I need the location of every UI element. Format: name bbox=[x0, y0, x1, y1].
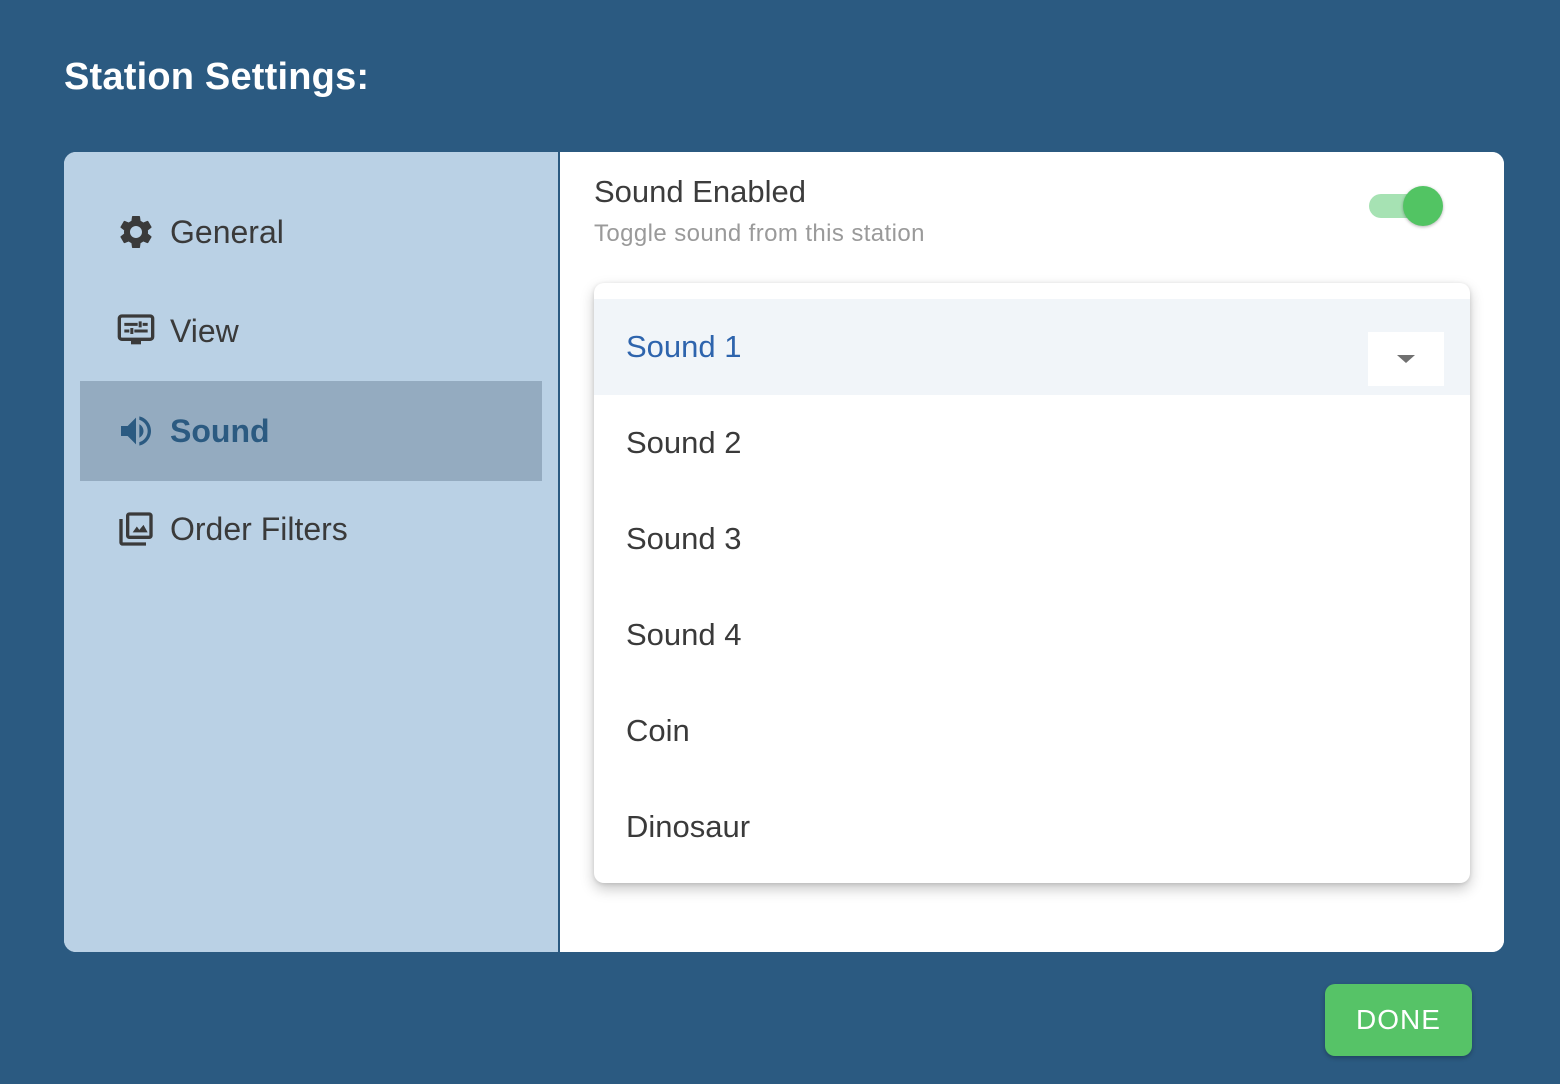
option-label: Sound 4 bbox=[626, 617, 742, 652]
sidebar-item-view[interactable]: View bbox=[80, 281, 542, 381]
sidebar-item-label: View bbox=[170, 312, 239, 349]
sidebar-item-sound[interactable]: Sound bbox=[80, 381, 542, 481]
dropdown-toggle-button[interactable] bbox=[1368, 332, 1444, 386]
sound-enabled-title: Sound Enabled bbox=[594, 174, 807, 209]
dropdown-option-sound-2[interactable]: Sound 2 bbox=[594, 395, 1470, 491]
sidebar-item-order-filters[interactable]: Order Filters bbox=[80, 479, 542, 579]
settings-panel: General View Sound Order Filters Sound E… bbox=[64, 152, 1504, 952]
image-library-icon bbox=[116, 509, 156, 549]
dropdown-option-dinosaur[interactable]: Dinosaur bbox=[594, 779, 1470, 875]
sound-dropdown-menu: Sound 1 Sound 2 Sound 3 Sound 4 Coin Din… bbox=[594, 283, 1470, 883]
page-title: Station Settings: bbox=[64, 56, 370, 98]
chevron-down-icon bbox=[1397, 355, 1415, 363]
sidebar-item-label: General bbox=[170, 213, 284, 250]
sidebar-item-general[interactable]: General bbox=[80, 182, 542, 282]
option-label: Sound 1 bbox=[626, 329, 742, 364]
option-label: Sound 3 bbox=[626, 521, 742, 556]
dropdown-option-sound-1[interactable]: Sound 1 bbox=[594, 299, 1470, 395]
dropdown-option-sound-4[interactable]: Sound 4 bbox=[594, 587, 1470, 683]
dropdown-option-sound-3[interactable]: Sound 3 bbox=[594, 491, 1470, 587]
sidebar: General View Sound Order Filters bbox=[64, 152, 560, 952]
sound-enabled-toggle[interactable] bbox=[1369, 186, 1445, 226]
gear-icon bbox=[116, 212, 156, 252]
sidebar-item-label: Sound bbox=[170, 412, 270, 449]
option-label: Sound 2 bbox=[626, 425, 742, 460]
option-label: Dinosaur bbox=[626, 809, 751, 844]
toggle-thumb bbox=[1403, 186, 1443, 226]
dropdown-option-coin[interactable]: Coin bbox=[594, 683, 1470, 779]
sidebar-item-label: Order Filters bbox=[170, 510, 348, 547]
sound-settings-content: Sound Enabled Toggle sound from this sta… bbox=[562, 152, 1504, 952]
done-button[interactable]: DONE bbox=[1325, 984, 1472, 1056]
volume-icon bbox=[116, 411, 156, 451]
option-label: Coin bbox=[626, 713, 690, 748]
sound-enabled-subtitle: Toggle sound from this station bbox=[594, 220, 925, 247]
tune-icon bbox=[116, 311, 156, 351]
